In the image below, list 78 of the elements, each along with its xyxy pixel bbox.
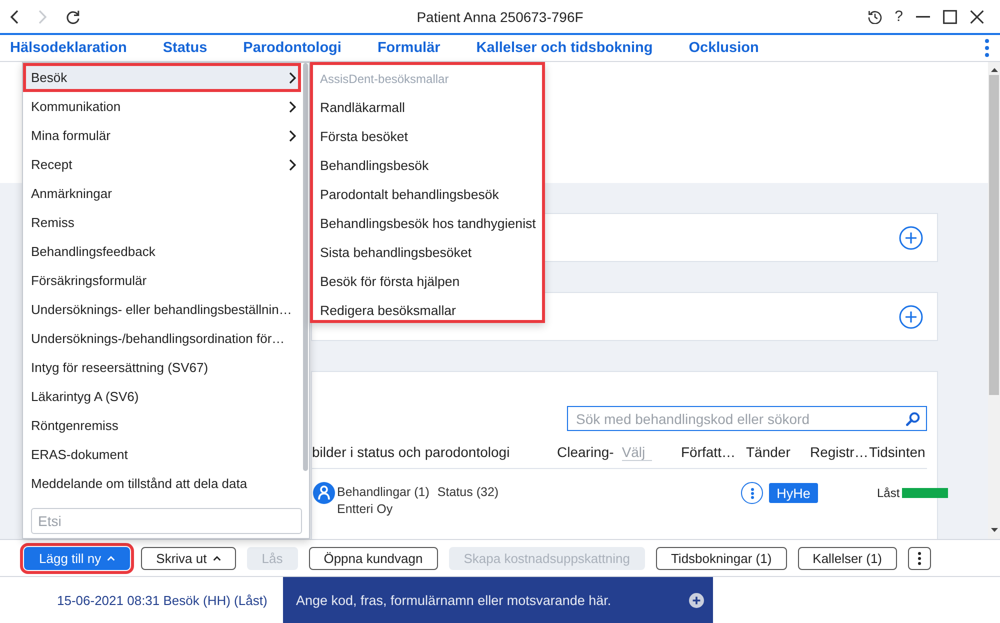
scrollbar-thumb[interactable]	[989, 75, 999, 395]
lock-status: Låst	[877, 486, 900, 500]
scroll-down-icon[interactable]	[990, 528, 998, 532]
menu-item[interactable]: Undersöknings-/behandlingsordination för…	[23, 324, 301, 353]
provider-name: Entteri Oy	[337, 501, 394, 518]
menu-item[interactable]: Första besöket	[313, 122, 542, 151]
kebab-icon	[750, 488, 754, 498]
menu-item[interactable]: Behandlingsbesök hos tandhygienist	[313, 209, 542, 238]
column-header: Tänder	[746, 444, 790, 460]
toolbar-button[interactable]: Tidsbokningar (1)	[656, 546, 787, 570]
column-header: Tidsinten	[869, 444, 926, 460]
plus-circle-icon[interactable]	[689, 592, 704, 608]
menu-item[interactable]: Försäkringsformulär	[23, 266, 301, 295]
search-field[interactable]: Etsi	[31, 508, 302, 534]
chevron-right-icon	[289, 72, 296, 84]
menu-item[interactable]: Mina formulär	[23, 121, 301, 150]
tab[interactable]: Parodontologi	[243, 40, 342, 56]
toolbar-button[interactable]: Skriva ut	[141, 546, 236, 570]
chevron-right-icon	[289, 100, 296, 112]
toolbar-button[interactable]: Öppna kundvagn	[308, 546, 438, 570]
kebab-menu-icon[interactable]	[985, 39, 989, 57]
menu-item[interactable]: Kommunikation	[23, 92, 301, 121]
search-field[interactable]: Sök med behandlingskod eller sökord	[567, 406, 927, 431]
plus-circle-icon[interactable]	[899, 226, 923, 250]
menu-item[interactable]: Besök	[23, 63, 301, 92]
author-tag: HyHe	[769, 483, 818, 503]
minimize-icon[interactable]	[916, 16, 930, 18]
plus-circle-icon[interactable]	[899, 304, 923, 328]
chevron-right-icon	[289, 158, 296, 170]
menu-item[interactable]: Röntgenremiss	[23, 411, 301, 440]
menu-item[interactable]: Recept	[23, 150, 301, 179]
toolbar-button: Lås	[246, 546, 298, 570]
menu-item[interactable]: Besök för första hjälpen	[313, 267, 542, 296]
kebab-icon	[918, 552, 922, 564]
command-field[interactable]: Ange kod, fras, formulärnamn eller motsvarande här.	[283, 577, 713, 623]
menu-item[interactable]: Randläkarmall	[313, 93, 542, 122]
treatment-count: Behandlingar (1)	[337, 484, 430, 501]
window-title: Patient Anna 250673-796F	[416, 8, 584, 24]
back-icon[interactable]	[10, 10, 19, 24]
more-button[interactable]	[908, 546, 932, 570]
menu-item[interactable]: Remiss	[23, 208, 301, 237]
refresh-icon[interactable]	[66, 10, 80, 24]
close-icon[interactable]	[970, 10, 984, 24]
scrollbar[interactable]	[988, 62, 1000, 539]
toolbar-button: Skapa kostnadsuppskattning	[448, 546, 645, 570]
scroll-up-icon[interactable]	[990, 68, 998, 72]
menu-item[interactable]: Redigera besöksmallar	[313, 296, 542, 325]
menu-item[interactable]: Meddelande om tillstånd att dela data	[23, 469, 301, 498]
menu-heading: AssisDent-besöksmallar	[319, 71, 450, 88]
column-header: Clearing-	[557, 444, 614, 460]
menu-item[interactable]: Intyg för reseersättning (SV67)	[23, 353, 301, 382]
toolbar-button[interactable]: Kallelser (1)	[798, 546, 898, 570]
command-input[interactable]: Ange kod, fras, formulärnamn eller motsvarande här.	[296, 590, 683, 610]
column-header: Författ…	[681, 444, 736, 460]
menu-item[interactable]: ERAS-dokument	[23, 440, 301, 469]
column-header: bilder i status och parodontologi	[312, 444, 510, 460]
menu-item[interactable]: Sista behandlingsbesöket	[313, 238, 542, 267]
filter-field[interactable]: Välj	[622, 444, 652, 460]
chevron-right-icon	[289, 130, 296, 142]
tab[interactable]: Kallelser och tidsbokning	[476, 40, 653, 56]
tab[interactable]: Formulär	[377, 40, 440, 56]
history-icon[interactable]	[868, 10, 882, 24]
column-header: Registr…	[810, 444, 868, 460]
menu-item[interactable]: Parodontalt behandlingsbesök	[313, 180, 542, 209]
menu-item[interactable]: Undersöknings- eller behandlingsbeställnin…	[23, 295, 301, 324]
tab[interactable]: Status	[162, 40, 208, 56]
scrollbar-thumb[interactable]	[303, 63, 308, 471]
tab[interactable]: Hälsodeklaration	[10, 40, 127, 56]
maximize-icon[interactable]	[943, 10, 957, 24]
status-count: Status (32)	[437, 484, 499, 501]
search-icon[interactable]	[906, 412, 920, 426]
menu-item[interactable]: Behandlingsfeedback	[23, 237, 301, 266]
help-button[interactable]: ?	[894, 9, 903, 24]
menu-item[interactable]: Läkarintyg A (SV6)	[23, 382, 301, 411]
visit-label: 15-06-2021 08:31 Besök (HH) (Låst)	[56, 592, 268, 610]
tab[interactable]: Ocklusion	[688, 40, 759, 56]
menu-item[interactable]: Anmärkningar	[23, 179, 301, 208]
menu-item[interactable]: Behandlingsbesök	[313, 151, 542, 180]
